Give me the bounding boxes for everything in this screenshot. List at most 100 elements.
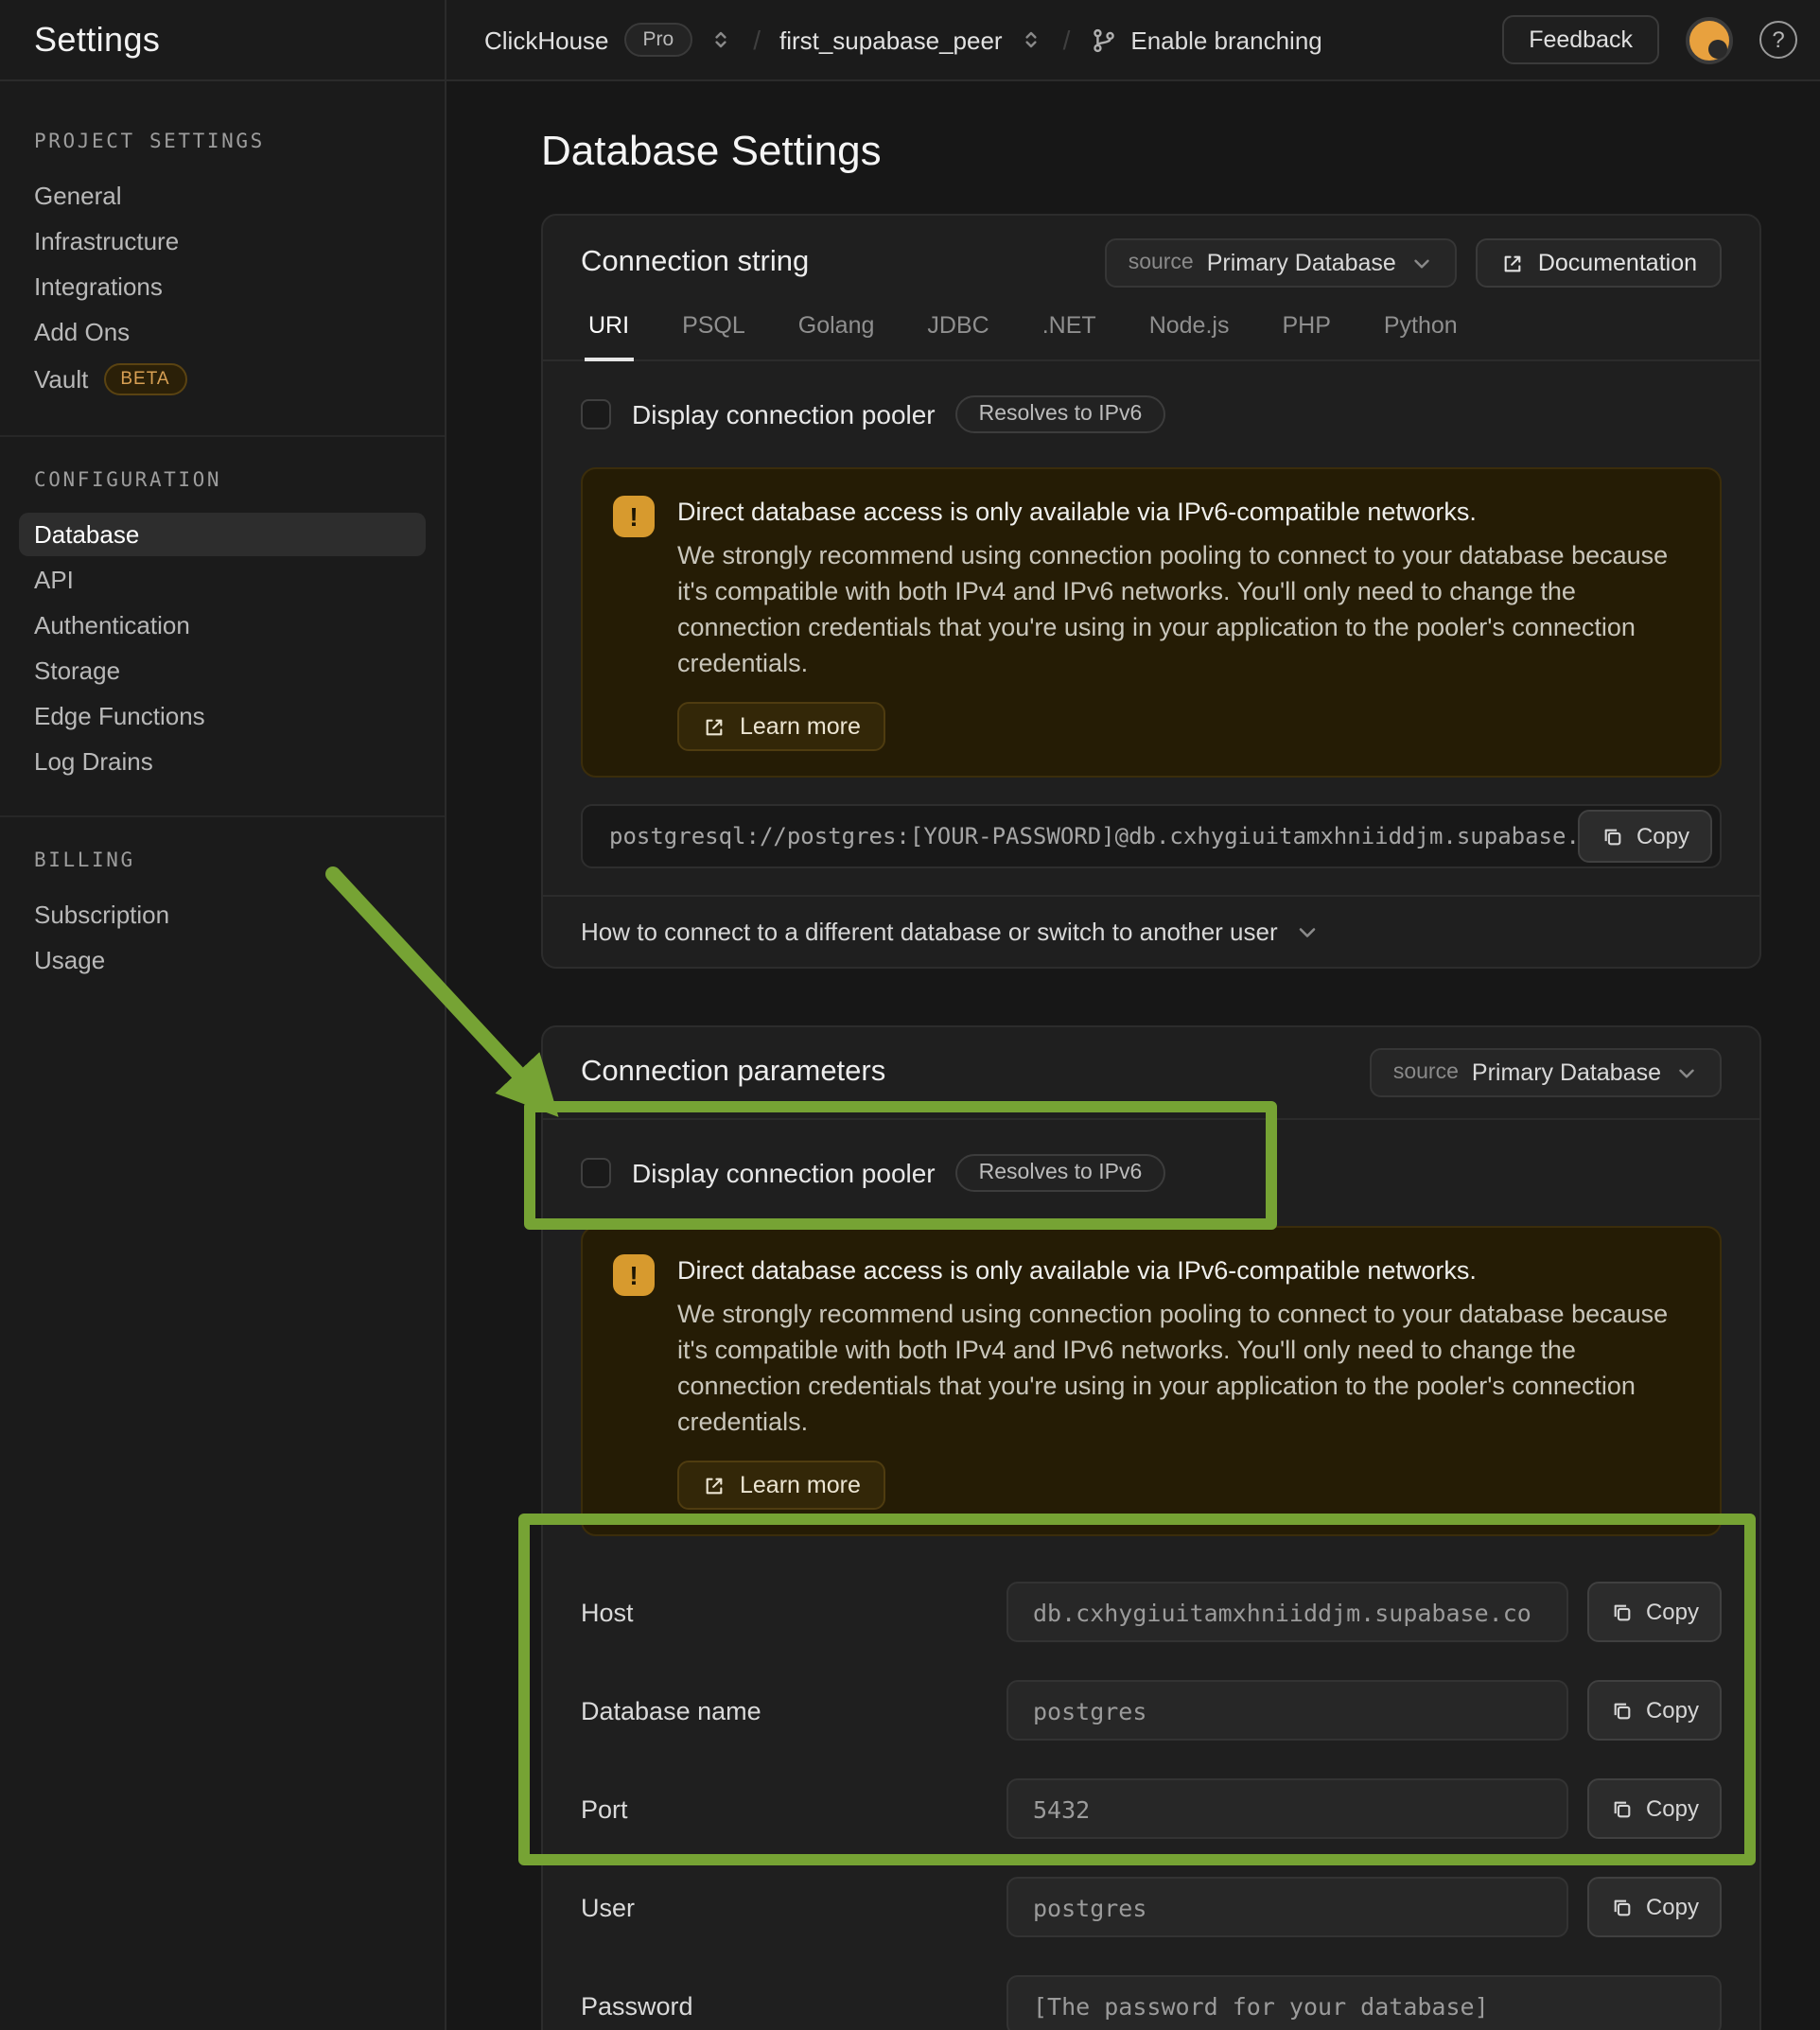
sidebar-item-label: Integrations bbox=[34, 272, 163, 301]
source-select[interactable]: source Primary Database bbox=[1371, 1048, 1722, 1097]
source-label: source bbox=[1129, 252, 1194, 274]
documentation-label: Documentation bbox=[1538, 250, 1697, 276]
sidebar-item-label: Add Ons bbox=[34, 318, 130, 346]
sidebar-item-api[interactable]: API bbox=[19, 558, 426, 602]
breadcrumb-separator: / bbox=[1063, 25, 1071, 55]
help-icon[interactable]: ? bbox=[1759, 21, 1797, 59]
copy-host-button[interactable]: Copy bbox=[1587, 1582, 1722, 1642]
git-branch-icon bbox=[1089, 26, 1117, 54]
feedback-button[interactable]: Feedback bbox=[1502, 15, 1659, 64]
copy-user-button[interactable]: Copy bbox=[1587, 1877, 1722, 1937]
host-value[interactable]: db.cxhygiuitamxhniiddjm.supabase.co bbox=[1006, 1582, 1568, 1642]
warning-title: Direct database access is only available… bbox=[677, 494, 1676, 530]
sidebar-item-log-drains[interactable]: Log Drains bbox=[19, 740, 426, 783]
display-connection-pooler-row: Display connection pooler Resolves to IP… bbox=[581, 1146, 1722, 1199]
port-field-row: Port 5432 Copy bbox=[581, 1759, 1722, 1858]
source-value: Primary Database bbox=[1472, 1059, 1661, 1086]
sidebar-item-vault[interactable]: Vault BETA bbox=[19, 356, 426, 403]
chevron-up-down-icon bbox=[1018, 26, 1044, 53]
tab-uri[interactable]: URI bbox=[585, 305, 633, 361]
learn-more-label: Learn more bbox=[740, 713, 861, 740]
sidebar-item-add-ons[interactable]: Add Ons bbox=[19, 310, 426, 354]
password-field-row: Password [The password for your database… bbox=[581, 1956, 1722, 2030]
org-avatar[interactable] bbox=[1686, 16, 1733, 63]
breadcrumb: ClickHouse Pro / first_supabase_peer / E… bbox=[446, 0, 1820, 79]
connection-parameters-title: Connection parameters bbox=[581, 1056, 885, 1090]
sidebar-item-authentication[interactable]: Authentication bbox=[19, 604, 426, 647]
sidebar-item-infrastructure[interactable]: Infrastructure bbox=[19, 219, 426, 263]
tab-psql[interactable]: PSQL bbox=[678, 305, 749, 359]
org-name: ClickHouse bbox=[484, 26, 609, 54]
sidebar-item-storage[interactable]: Storage bbox=[19, 649, 426, 692]
sidebar-item-label: API bbox=[34, 566, 74, 594]
sidebar-item-subscription[interactable]: Subscription bbox=[19, 893, 426, 936]
learn-more-button[interactable]: Learn more bbox=[677, 702, 885, 751]
copy-label: Copy bbox=[1636, 823, 1689, 849]
copy-label: Copy bbox=[1646, 1795, 1699, 1822]
password-value[interactable]: [The password for your database] bbox=[1006, 1975, 1722, 2030]
tab-golang[interactable]: Golang bbox=[795, 305, 879, 359]
sidebar-item-general[interactable]: General bbox=[19, 174, 426, 218]
copy-icon bbox=[1601, 824, 1625, 849]
sidebar-item-label: Usage bbox=[34, 946, 105, 974]
top-bar-left: Settings bbox=[0, 0, 446, 79]
sidebar-item-integrations[interactable]: Integrations bbox=[19, 265, 426, 308]
enable-branching-label: Enable branching bbox=[1130, 26, 1321, 54]
connection-string-tabs: URI PSQL Golang JDBC .NET Node.js PHP Py… bbox=[543, 305, 1759, 361]
enable-branching-button[interactable]: Enable branching bbox=[1089, 26, 1321, 54]
external-link-icon bbox=[702, 714, 726, 739]
warning-body: We strongly recommend using connection p… bbox=[677, 1296, 1676, 1440]
connection-help-label: How to connect to a different database o… bbox=[581, 918, 1278, 946]
connection-uri-value[interactable]: postgresql://postgres:[YOUR-PASSWORD]@db… bbox=[581, 804, 1722, 868]
main-content: Database Settings Connection string sour… bbox=[446, 81, 1820, 2030]
learn-more-button[interactable]: Learn more bbox=[677, 1461, 885, 1510]
warning-title: Direct database access is only available… bbox=[677, 1252, 1676, 1288]
ipv6-warning-panel: ! Direct database access is only availab… bbox=[581, 467, 1722, 778]
sidebar-item-label: Storage bbox=[34, 656, 120, 685]
copy-port-button[interactable]: Copy bbox=[1587, 1778, 1722, 1839]
sidebar-item-label: Log Drains bbox=[34, 747, 153, 776]
source-select[interactable]: source Primary Database bbox=[1106, 238, 1457, 288]
display-connection-pooler-checkbox[interactable] bbox=[581, 1158, 611, 1188]
sidebar-item-edge-functions[interactable]: Edge Functions bbox=[19, 694, 426, 738]
copy-icon bbox=[1610, 1796, 1635, 1821]
database-name-label: Database name bbox=[581, 1696, 1006, 1724]
tab-jdbc[interactable]: JDBC bbox=[923, 305, 992, 359]
sidebar-item-label: Edge Functions bbox=[34, 702, 205, 730]
alert-icon: ! bbox=[613, 496, 655, 537]
beta-badge: BETA bbox=[103, 363, 186, 395]
sidebar-item-label: Vault bbox=[34, 365, 88, 394]
project-selector[interactable]: first_supabase_peer bbox=[779, 26, 1044, 54]
database-name-value[interactable]: postgres bbox=[1006, 1680, 1568, 1741]
connection-parameters-card: Connection parameters source Primary Dat… bbox=[541, 1025, 1761, 2030]
project-name: first_supabase_peer bbox=[779, 26, 1003, 54]
display-connection-pooler-checkbox[interactable] bbox=[581, 399, 611, 429]
connection-help-toggle[interactable]: How to connect to a different database o… bbox=[543, 895, 1759, 967]
sidebar-item-usage[interactable]: Usage bbox=[19, 938, 426, 982]
chevron-down-icon bbox=[1674, 1060, 1699, 1085]
copy-database-name-button[interactable]: Copy bbox=[1587, 1680, 1722, 1741]
sidebar-item-label: Subscription bbox=[34, 901, 169, 929]
top-bar-right: Feedback ? bbox=[1502, 15, 1797, 64]
user-value[interactable]: postgres bbox=[1006, 1877, 1568, 1937]
tab-python[interactable]: Python bbox=[1380, 305, 1461, 359]
host-field-row: Host db.cxhygiuitamxhniiddjm.supabase.co… bbox=[581, 1563, 1722, 1661]
tab-dotnet[interactable]: .NET bbox=[1039, 305, 1100, 359]
connection-string-header: Connection string source Primary Databas… bbox=[543, 216, 1759, 361]
port-value[interactable]: 5432 bbox=[1006, 1778, 1568, 1839]
tab-php[interactable]: PHP bbox=[1278, 305, 1334, 359]
host-label: Host bbox=[581, 1598, 1006, 1626]
tab-nodejs[interactable]: Node.js bbox=[1146, 305, 1234, 359]
copy-uri-button[interactable]: Copy bbox=[1578, 810, 1712, 863]
sidebar-item-database[interactable]: Database bbox=[19, 513, 426, 556]
connection-uri-row: postgresql://postgres:[YOUR-PASSWORD]@db… bbox=[581, 804, 1722, 868]
database-name-field-row: Database name postgres Copy bbox=[581, 1661, 1722, 1759]
org-selector[interactable]: ClickHouse Pro bbox=[484, 23, 734, 57]
source-label: source bbox=[1393, 1061, 1459, 1084]
user-label: User bbox=[581, 1893, 1006, 1921]
display-connection-pooler-row: Display connection pooler Resolves to IP… bbox=[581, 388, 1722, 441]
documentation-button[interactable]: Documentation bbox=[1476, 238, 1722, 288]
copy-label: Copy bbox=[1646, 1697, 1699, 1724]
copy-icon bbox=[1610, 1600, 1635, 1624]
user-field-row: User postgres Copy bbox=[581, 1858, 1722, 1956]
